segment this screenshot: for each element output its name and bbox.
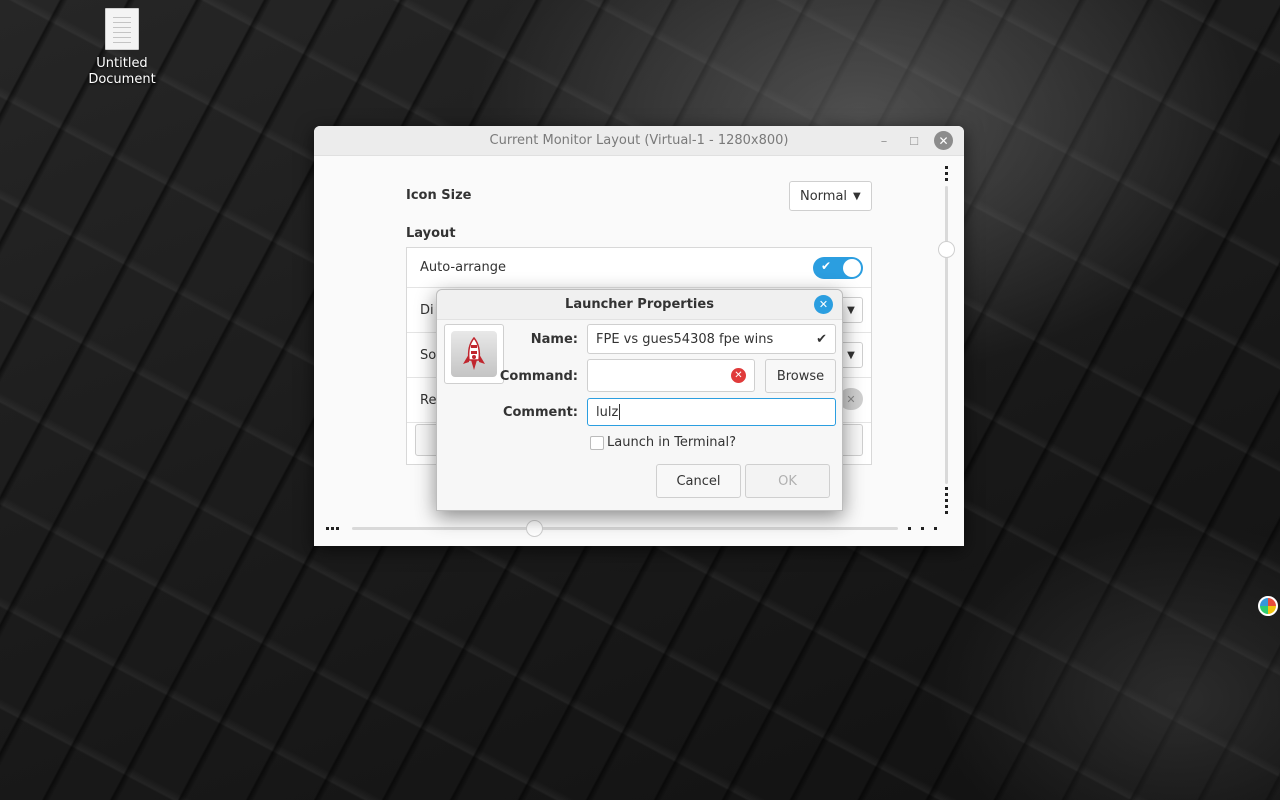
scroll-dots-bottom [945, 487, 949, 514]
dialog-close-button[interactable]: ✕ [814, 295, 833, 314]
launch-in-terminal-checkbox[interactable] [590, 436, 604, 450]
browse-button[interactable]: Browse [765, 359, 836, 393]
hscroll-dots-right [908, 527, 937, 531]
chevron-down-icon: ▼ [853, 190, 861, 202]
comment-label: Comment: [502, 405, 578, 420]
launcher-properties-dialog: Launcher Properties ✕ Name: FPE vs gues5… [436, 289, 843, 511]
close-button[interactable]: ✕ [934, 131, 953, 150]
dialog-title: Launcher Properties [565, 297, 714, 312]
desktop-icon-untitled-document[interactable]: Untitled Document [82, 8, 162, 88]
toggle-knob [843, 259, 861, 277]
auto-arrange-toggle[interactable]: ✔ [813, 257, 863, 279]
comment-value: lulz [596, 404, 619, 420]
vertical-scrollbar[interactable] [945, 186, 948, 484]
icon-size-value: Normal [800, 188, 848, 204]
ok-button[interactable]: OK [745, 464, 830, 498]
sort-label: So [420, 348, 437, 363]
name-label: Name: [530, 332, 578, 347]
desktop-icon-label: Untitled Document [88, 56, 156, 87]
layout-row-auto-arrange: Auto-arrange ✔ [407, 248, 871, 288]
command-field[interactable]: ✕ [587, 359, 755, 392]
direction-label: Di [420, 303, 434, 318]
launch-in-terminal-label[interactable]: Launch in Terminal? [607, 435, 736, 450]
dialog-titlebar[interactable]: Launcher Properties ✕ [437, 290, 842, 320]
vertical-scroll-handle[interactable] [938, 241, 955, 258]
reverse-label: Re [420, 393, 437, 408]
window-titlebar[interactable]: Current Monitor Layout (Virtual-1 - 1280… [314, 126, 964, 156]
command-label: Command: [499, 369, 578, 384]
horizontal-scrollbar[interactable] [352, 527, 898, 530]
color-wheel-icon[interactable] [1258, 596, 1278, 616]
comment-field[interactable]: lulz [587, 398, 836, 426]
check-icon: ✔ [821, 259, 832, 273]
auto-arrange-label: Auto-arrange [420, 260, 506, 275]
window-title: Current Monitor Layout (Virtual-1 - 1280… [489, 133, 789, 148]
checkmark-icon: ✔ [816, 332, 827, 347]
cancel-button[interactable]: Cancel [656, 464, 741, 498]
name-value: FPE vs gues54308 fpe wins [596, 331, 774, 347]
icon-size-dropdown[interactable]: Normal ▼ [789, 181, 872, 211]
layout-label: Layout [406, 226, 456, 241]
launcher-icon-button[interactable] [444, 324, 504, 384]
name-field[interactable]: FPE vs gues54308 fpe wins ✔ [587, 324, 836, 354]
text-caret [619, 404, 621, 420]
minimize-button[interactable]: – [874, 131, 894, 151]
icon-size-label: Icon Size [406, 188, 472, 203]
hscroll-dots-left [326, 527, 339, 531]
horizontal-scroll-handle[interactable] [526, 520, 543, 537]
document-icon [105, 8, 139, 50]
scroll-dots-top [945, 166, 949, 181]
error-icon: ✕ [731, 368, 746, 383]
maximize-button[interactable]: ☐ [904, 131, 924, 151]
rocket-icon [451, 331, 497, 377]
